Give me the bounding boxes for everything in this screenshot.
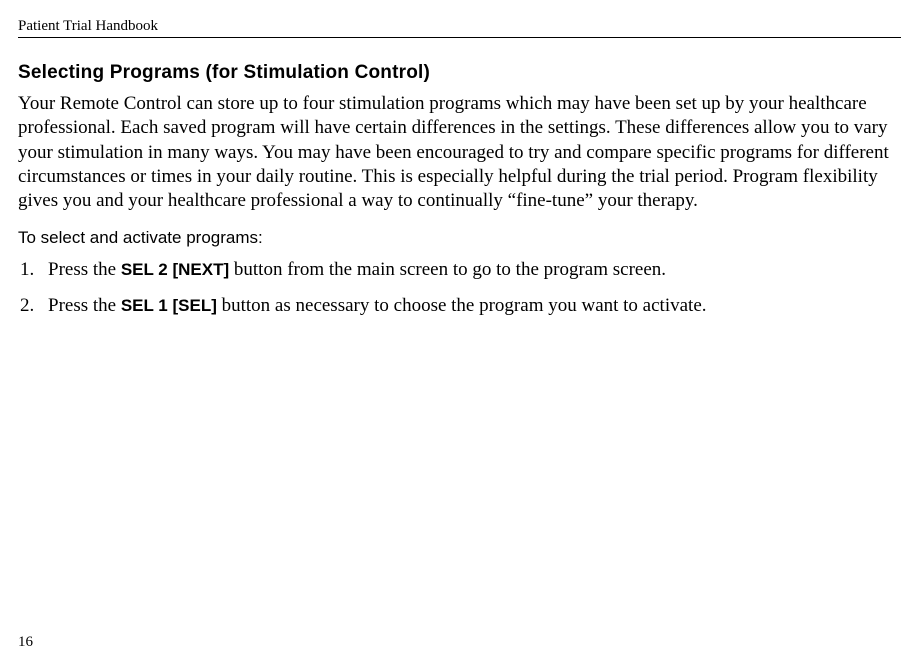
step-post: button as necessary to choose the progra…: [217, 295, 707, 316]
page-number: 16: [18, 634, 33, 651]
header-title: Patient Trial Handbook: [18, 18, 158, 34]
step-post: button from the main screen to go to the…: [229, 259, 666, 280]
step-number: 1.: [18, 258, 48, 283]
page-header: Patient Trial Handbook: [18, 18, 901, 38]
section-title: Selecting Programs (for Stimulation Cont…: [18, 62, 901, 84]
section-body: Your Remote Control can store up to four…: [18, 92, 901, 214]
step-bold: SEL 1 [SEL]: [121, 296, 217, 315]
step-1: 1. Press the SEL 2 [NEXT] button from th…: [18, 258, 901, 283]
section-subheading: To select and activate programs:: [18, 228, 901, 248]
step-number: 2.: [18, 294, 48, 319]
step-text: Press the SEL 1 [SEL] button as necessar…: [48, 294, 901, 319]
step-pre: Press the: [48, 295, 121, 316]
step-text: Press the SEL 2 [NEXT] button from the m…: [48, 258, 901, 283]
step-bold: SEL 2 [NEXT]: [121, 260, 229, 279]
step-2: 2. Press the SEL 1 [SEL] button as neces…: [18, 294, 901, 319]
step-pre: Press the: [48, 259, 121, 280]
